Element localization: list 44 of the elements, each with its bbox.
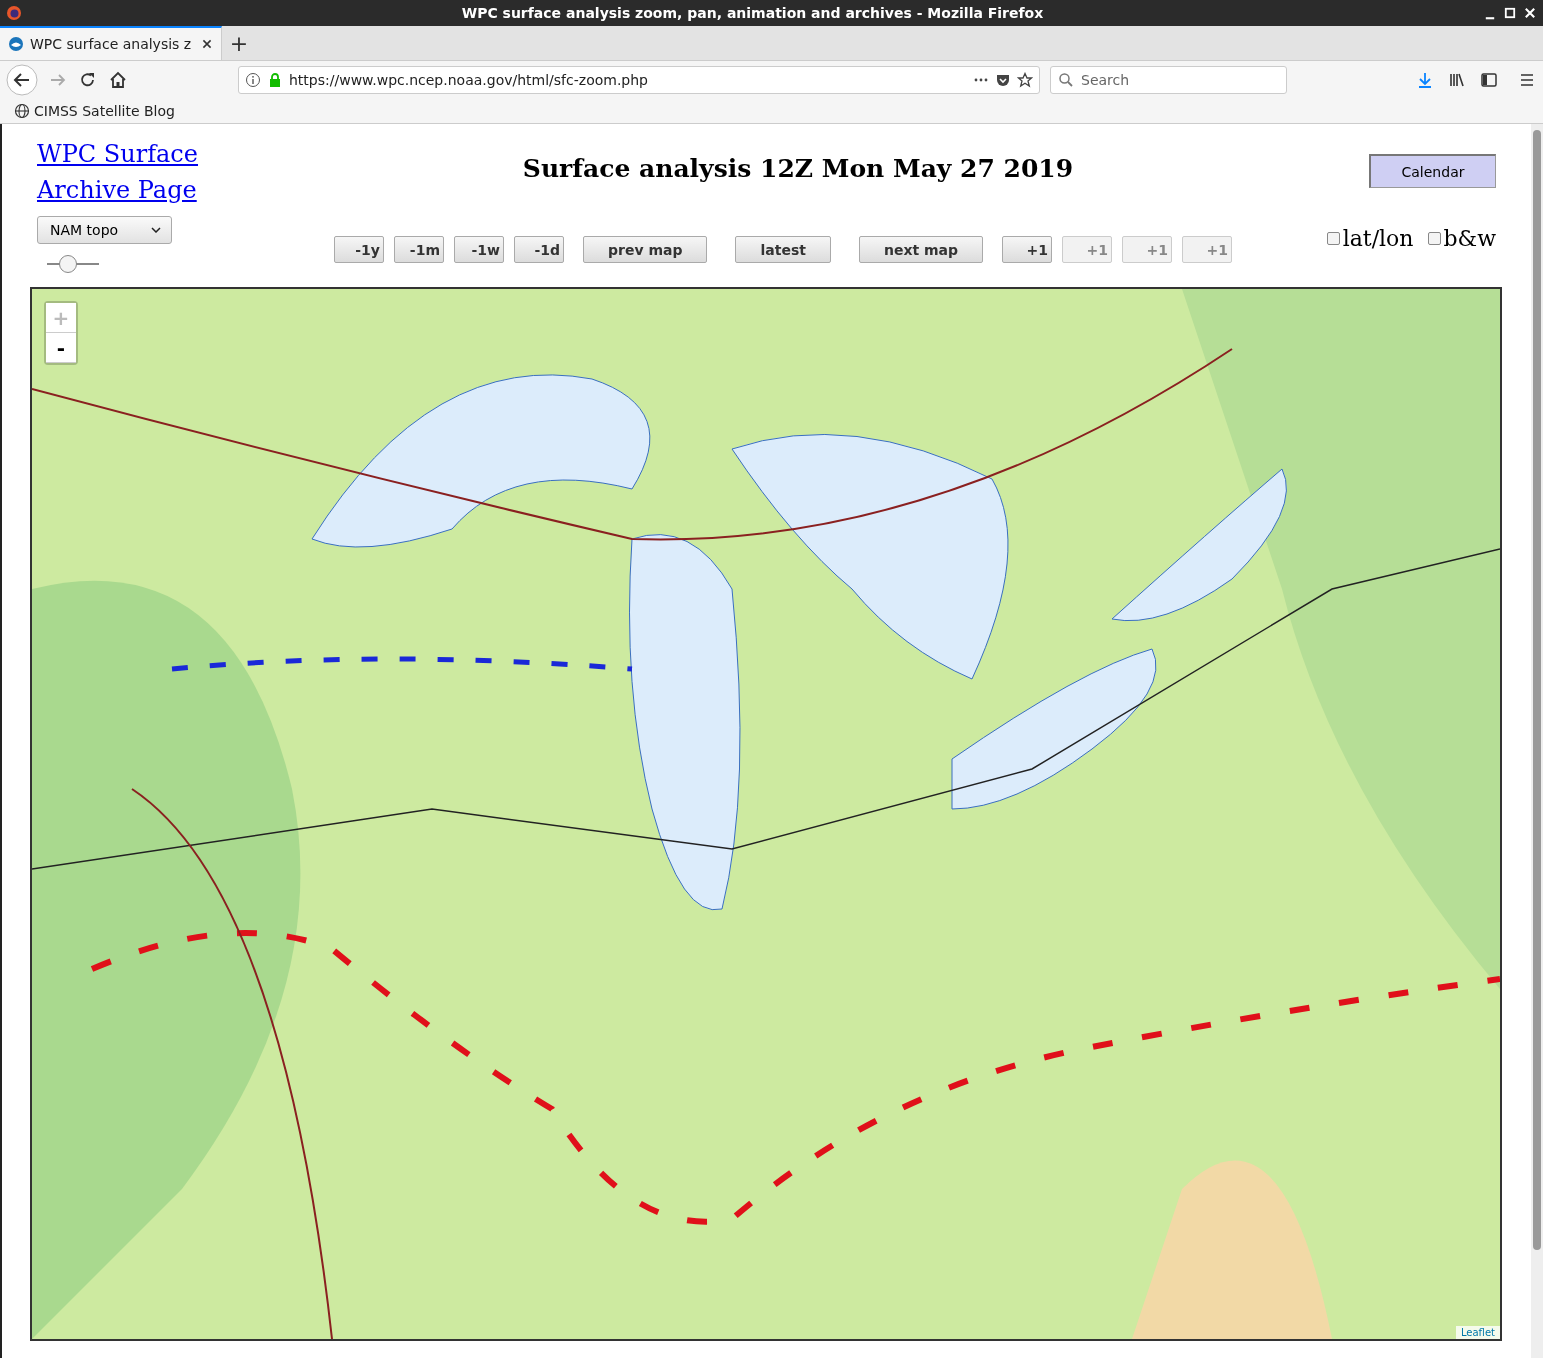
map-type-dropdown[interactable]: NAM topo xyxy=(37,216,172,244)
page-heading: Surface analysis 12Z Mon May 27 2019 xyxy=(521,154,1075,183)
info-icon[interactable] xyxy=(245,72,261,88)
home-icon[interactable] xyxy=(108,70,128,90)
favicon-icon xyxy=(8,36,24,52)
checkbox-label: b&w xyxy=(1443,226,1496,251)
chevron-down-icon xyxy=(151,227,161,233)
star-icon[interactable] xyxy=(1017,72,1033,88)
tab-title: WPC surface analysis z xyxy=(30,36,193,52)
zoom-out-button[interactable]: - xyxy=(46,333,76,363)
map-nav-button[interactable]: -1d xyxy=(514,236,564,263)
slider-thumb[interactable] xyxy=(58,255,77,273)
checkbox[interactable] xyxy=(1326,232,1340,245)
browser-tab[interactable]: WPC surface analysis z xyxy=(0,26,222,60)
checkbox-label: lat/lon xyxy=(1342,226,1414,251)
map-nav-button[interactable]: -1w xyxy=(454,236,504,263)
calendar-button[interactable]: Calendar xyxy=(1369,154,1496,188)
sidebar-icon[interactable] xyxy=(1479,70,1499,90)
address-bar[interactable]: https://www.wpc.ncep.noaa.gov/html/sfc-zoom.php xyxy=(238,66,1040,94)
search-icon xyxy=(1058,72,1074,88)
maximize-icon[interactable] xyxy=(1503,6,1517,20)
pocket-icon[interactable] xyxy=(995,72,1011,88)
map-nav-button[interactable]: prev map xyxy=(583,236,708,263)
close-icon[interactable] xyxy=(1523,6,1537,20)
scrollbar-thumb[interactable] xyxy=(1533,130,1541,1250)
padlock-icon xyxy=(267,72,283,88)
search-field[interactable]: Search xyxy=(1050,66,1287,94)
map-nav-button[interactable]: -1m xyxy=(394,236,444,263)
close-tab-icon[interactable] xyxy=(201,38,213,50)
map-nav-button[interactable]: next map xyxy=(858,236,984,263)
window-title: WPC surface analysis zoom, pan, animation and archives - Mozilla Firefox xyxy=(460,5,1045,21)
opacity-slider[interactable] xyxy=(47,255,99,273)
map-nav-button[interactable]: -1y xyxy=(334,236,384,263)
new-tab-button[interactable]: + xyxy=(222,26,256,60)
browser-logo-icon xyxy=(6,5,22,21)
scrollbar[interactable] xyxy=(1531,124,1543,1358)
globe-icon xyxy=(14,103,30,119)
map-nav-button[interactable]: +1 xyxy=(1002,236,1053,263)
checkbox[interactable] xyxy=(1427,232,1441,245)
back-icon[interactable] xyxy=(6,64,38,96)
attribution-link[interactable]: Leaflet xyxy=(1455,1326,1500,1339)
archive-page-link[interactable]: WPC Surface Archive Page xyxy=(37,136,227,208)
map-nav-button[interactable]: latest xyxy=(735,236,831,263)
url-text: https://www.wpc.ncep.noaa.gov/html/sfc-zoom.php xyxy=(289,72,649,88)
